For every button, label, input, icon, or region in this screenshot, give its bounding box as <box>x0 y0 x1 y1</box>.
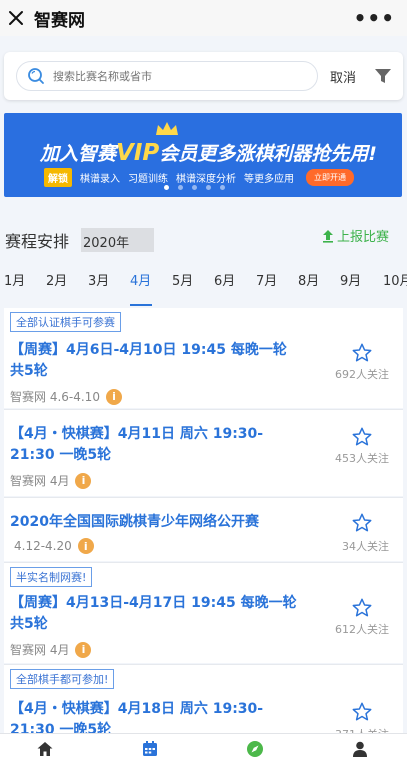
carousel-dot[interactable] <box>220 185 225 190</box>
tab-month-6[interactable]: 6月 <box>214 270 235 289</box>
tab-month-2[interactable]: 2月 <box>46 270 67 289</box>
list-item[interactable]: 2020年全国国际跳棋青少年网络公开赛 4.12-4.20 i 34人关注 <box>4 498 403 561</box>
tab-month-10[interactable]: 10月 <box>383 270 407 289</box>
banner-title-suffix: 会员更多涨棋利器抢先用! <box>159 143 377 165</box>
filter-icon[interactable] <box>374 67 392 85</box>
event-tag: 全部认证棋手可参赛 <box>10 312 121 332</box>
event-meta: 智赛网 4月 i <box>10 641 92 658</box>
follower-count: 453人关注 <box>335 452 389 465</box>
search-card: 取消 <box>4 52 403 100</box>
home-icon[interactable] <box>36 740 54 758</box>
banner-feature: 等更多应用 <box>244 174 294 185</box>
active-month-indicator <box>130 304 152 306</box>
carousel-dots <box>164 185 225 190</box>
event-meta: 智赛网 4月 i <box>10 472 92 489</box>
carousel-dot[interactable] <box>164 185 169 190</box>
event-meta-text: 4.12-4.20 <box>14 539 72 553</box>
event-title[interactable]: 【周赛】4月13日-4月17日 19:45 每晚一轮共5轮 <box>10 593 300 635</box>
bottom-nav <box>0 733 407 763</box>
carousel-dot[interactable] <box>192 185 197 190</box>
event-meta-text: 智赛网 4月 <box>10 643 70 657</box>
event-meta-text: 智赛网 4.6-4.10 <box>10 390 100 404</box>
carousel-dot[interactable] <box>206 185 211 190</box>
follower-count: 34人关注 <box>342 540 389 553</box>
app-title: 智赛网 <box>34 10 85 31</box>
banner-title: 加入智赛VIP会员更多涨棋利器抢先用! <box>40 139 377 166</box>
banner-feature: 棋谱深度分析 <box>176 174 236 185</box>
list-item[interactable]: 【4月・快棋赛】4月11日 周六 19:30-21:30 一晚5轮 智赛网 4月… <box>4 410 403 496</box>
info-icon[interactable]: i <box>105 388 122 405</box>
star-icon[interactable] <box>351 512 373 534</box>
list-item[interactable]: 半实名制网赛! 【周赛】4月13日-4月17日 19:45 每晚一轮共5轮 智赛… <box>4 563 403 663</box>
info-icon[interactable]: i <box>77 538 94 554</box>
event-meta: 智赛网 4.6-4.10 i <box>10 388 122 405</box>
event-meta: 4.12-4.20 i <box>14 538 94 554</box>
info-icon[interactable]: i <box>75 472 92 489</box>
star-icon[interactable] <box>351 701 373 723</box>
search-icon <box>28 68 44 84</box>
event-title[interactable]: 【4月・快棋赛】4月11日 周六 19:30-21:30 一晚5轮 <box>10 424 300 466</box>
info-icon[interactable]: i <box>75 641 92 658</box>
event-title[interactable]: 【周赛】4月6日-4月10日 19:45 每晚一轮共5轮 <box>10 340 300 382</box>
list-item[interactable]: 全部认证棋手可参赛 【周赛】4月6日-4月10日 19:45 每晚一轮共5轮 智… <box>4 308 403 408</box>
upload-icon <box>323 229 333 243</box>
schedule-title: 赛程安排 <box>5 232 70 251</box>
star-icon[interactable] <box>351 597 373 619</box>
tab-month-4[interactable]: 4月 <box>130 270 151 289</box>
banner-feature: 棋谱录入 <box>80 174 120 185</box>
banner-unlock-tag: 解锁 <box>44 168 72 187</box>
star-icon[interactable] <box>351 342 373 364</box>
month-tabs: 1月 2月 3月 4月 5月 6月 7月 8月 9月 10月 <box>0 262 407 308</box>
tab-month-1[interactable]: 1月 <box>4 270 25 289</box>
event-tag: 全部棋手都可参加! <box>10 669 115 689</box>
report-match-label: 上报比赛 <box>337 230 390 245</box>
close-button[interactable] <box>2 0 30 36</box>
more-menu-button[interactable]: ••• <box>354 6 395 30</box>
search-input[interactable] <box>53 69 293 83</box>
close-icon <box>9 11 23 25</box>
star-icon[interactable] <box>351 426 373 448</box>
tab-month-7[interactable]: 7月 <box>256 270 277 289</box>
event-tag: 半实名制网赛! <box>10 567 93 587</box>
event-title[interactable]: 2020年全国国际跳棋青少年网络公开赛 <box>10 512 320 533</box>
tab-month-9[interactable]: 9月 <box>340 270 361 289</box>
carousel-dot[interactable] <box>178 185 183 190</box>
list-item[interactable]: 全部棋手都可参加! 【4月・快棋赛】4月18日 周六 19:30-21:30 一… <box>4 665 403 741</box>
tab-month-5[interactable]: 5月 <box>172 270 193 289</box>
search-box[interactable] <box>16 61 318 91</box>
crown-icon <box>156 122 178 135</box>
banner-title-prefix: 加入智赛 <box>40 143 117 165</box>
vip-promo-banner[interactable]: 加入智赛VIP会员更多涨棋利器抢先用! 解锁 棋谱录入 习题训练 棋谱深度分析 … <box>4 113 402 197</box>
event-meta-text: 智赛网 4月 <box>10 474 70 488</box>
cancel-button[interactable]: 取消 <box>330 67 356 86</box>
tab-month-3[interactable]: 3月 <box>88 270 109 289</box>
banner-title-vip: VIP <box>116 140 160 166</box>
title-bar: 智赛网 ••• <box>0 0 407 36</box>
compass-icon[interactable] <box>246 740 264 758</box>
tab-month-8[interactable]: 8月 <box>298 270 319 289</box>
follower-count: 612人关注 <box>335 623 389 636</box>
follower-count: 692人关注 <box>335 368 389 381</box>
banner-open-button[interactable]: 立即开通 <box>306 169 354 186</box>
report-match-button[interactable]: 上报比赛 <box>322 226 389 245</box>
user-icon[interactable] <box>351 740 369 758</box>
banner-feature: 习题训练 <box>128 174 168 185</box>
calendar-icon[interactable] <box>141 740 159 758</box>
year-select[interactable]: 2020年 <box>81 228 154 252</box>
